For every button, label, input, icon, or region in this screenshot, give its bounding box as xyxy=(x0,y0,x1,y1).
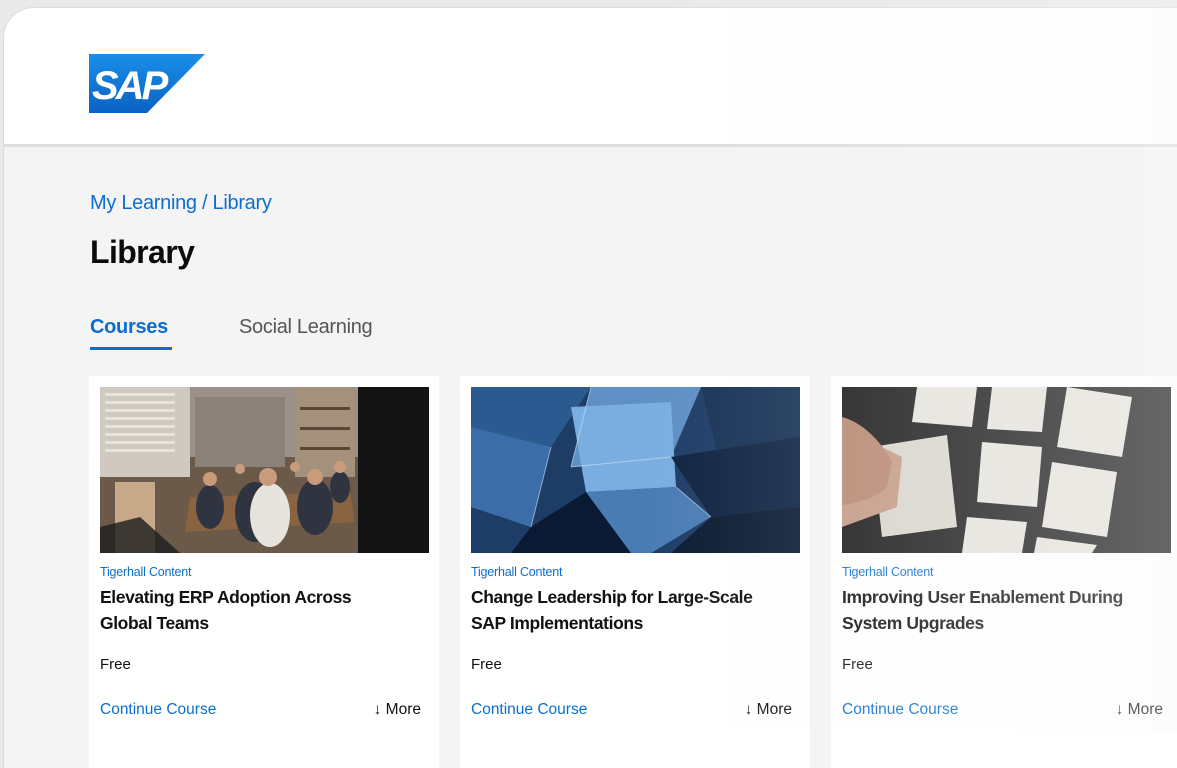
active-tab-indicator xyxy=(90,347,172,350)
top-header: SAP xyxy=(4,8,1177,147)
sap-logo-text: SAP xyxy=(92,64,169,108)
card-price: Free xyxy=(100,656,131,673)
tab-courses[interactable]: Courses xyxy=(90,316,168,339)
continue-course-link[interactable]: Continue Course xyxy=(100,701,216,719)
app-window: SAP My Learning / Library Library Course… xyxy=(4,8,1177,768)
team-meeting-photo[interactable] xyxy=(100,387,429,553)
card-source: Tigerhall Content xyxy=(471,565,563,579)
continue-course-link[interactable]: Continue Course xyxy=(842,701,958,719)
card-price: Free xyxy=(471,656,502,673)
more-button[interactable]: ↓ More xyxy=(1116,701,1163,719)
card-price: Free xyxy=(842,656,873,673)
tab-social-learning[interactable]: Social Learning xyxy=(239,316,373,339)
course-card[interactable]: Tigerhall Content Change Leadership for … xyxy=(460,376,810,768)
card-title[interactable]: Change Leadership for Large-Scale SAP Im… xyxy=(471,584,761,636)
card-source: Tigerhall Content xyxy=(842,565,934,579)
breadcrumb[interactable]: My Learning / Library xyxy=(90,192,272,215)
glass-architecture-photo[interactable] xyxy=(471,387,800,553)
card-title[interactable]: Elevating ERP Adoption Across Global Tea… xyxy=(100,584,390,636)
card-title[interactable]: Improving User Enablement During System … xyxy=(842,584,1132,636)
more-button[interactable]: ↓ More xyxy=(745,701,792,719)
sticky-notes-photo[interactable] xyxy=(842,387,1171,553)
course-card[interactable]: Tigerhall Content Elevating ERP Adoption… xyxy=(89,376,439,768)
card-source: Tigerhall Content xyxy=(100,565,192,579)
page-title: Library xyxy=(90,234,195,270)
continue-course-link[interactable]: Continue Course xyxy=(471,701,587,719)
sap-logo[interactable]: SAP xyxy=(89,54,205,113)
course-card[interactable]: Tigerhall Content Improving User Enablem… xyxy=(831,376,1177,768)
more-button[interactable]: ↓ More xyxy=(374,701,421,719)
